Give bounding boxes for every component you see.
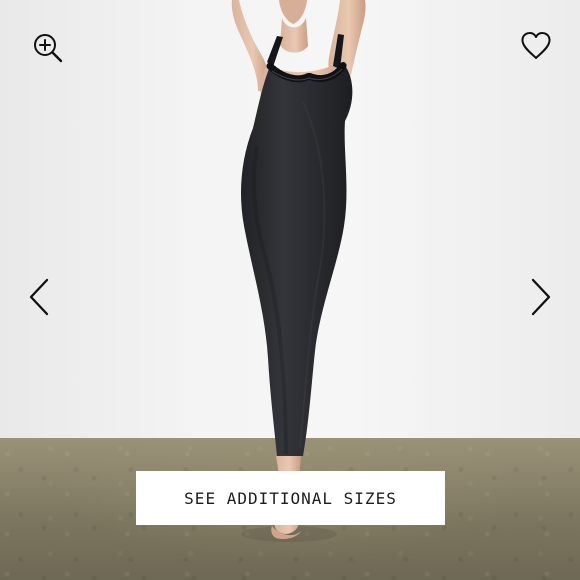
chevron-right-icon (531, 278, 551, 316)
product-image-viewer: SEE ADDITIONAL SIZES (0, 0, 580, 580)
next-image-button[interactable] (526, 276, 556, 318)
chevron-left-icon (29, 278, 49, 316)
zoom-in-icon (34, 34, 63, 63)
studio-wall (0, 0, 580, 438)
see-additional-sizes-button[interactable]: SEE ADDITIONAL SIZES (136, 471, 445, 525)
zoom-in-button[interactable] (30, 30, 66, 66)
previous-image-button[interactable] (24, 276, 54, 318)
favorite-button[interactable] (518, 28, 554, 64)
heart-icon (521, 32, 551, 59)
